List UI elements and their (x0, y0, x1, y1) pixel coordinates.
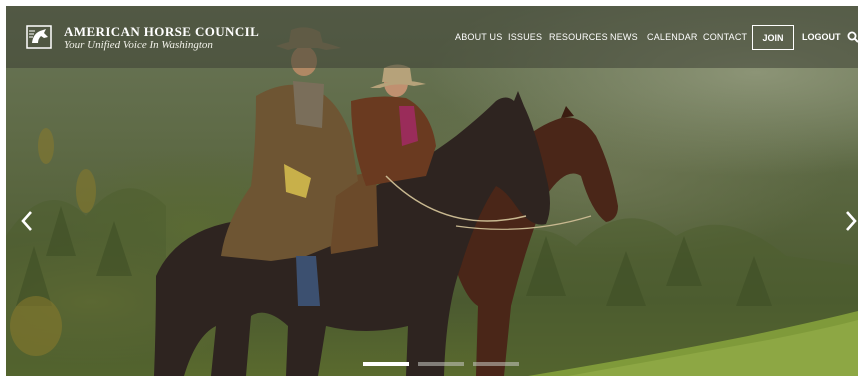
nav-item-calendar[interactable]: CALENDAR (647, 32, 698, 42)
grass-hill (528, 311, 858, 376)
slide-indicator-3[interactable] (473, 362, 519, 366)
nav-item-news[interactable]: NEWS (610, 32, 638, 42)
page-frame: AMERICAN HORSE COUNCIL Your Unified Voic… (6, 6, 858, 376)
logout-link[interactable]: LOGOUT (802, 32, 841, 42)
nav-item-contact[interactable]: CONTACT (703, 32, 747, 42)
slide-indicator-1[interactable] (363, 362, 409, 366)
chevron-left-icon[interactable] (20, 210, 34, 232)
nav-item-about-us[interactable]: ABOUT US (455, 32, 502, 42)
slider-pagination (363, 362, 523, 368)
slide-indicator-2[interactable] (418, 362, 464, 366)
search-icon[interactable] (847, 31, 858, 43)
nav-item-resources[interactable]: RESOURCES (549, 32, 608, 42)
nav-item-issues[interactable]: ISSUES (508, 32, 542, 42)
join-button[interactable]: JOIN (752, 25, 794, 50)
main-nav: ABOUT US ISSUES RESOURCES NEWS CALENDAR … (6, 6, 858, 68)
chevron-right-icon[interactable] (844, 210, 858, 232)
site-header: AMERICAN HORSE COUNCIL Your Unified Voic… (6, 6, 858, 68)
